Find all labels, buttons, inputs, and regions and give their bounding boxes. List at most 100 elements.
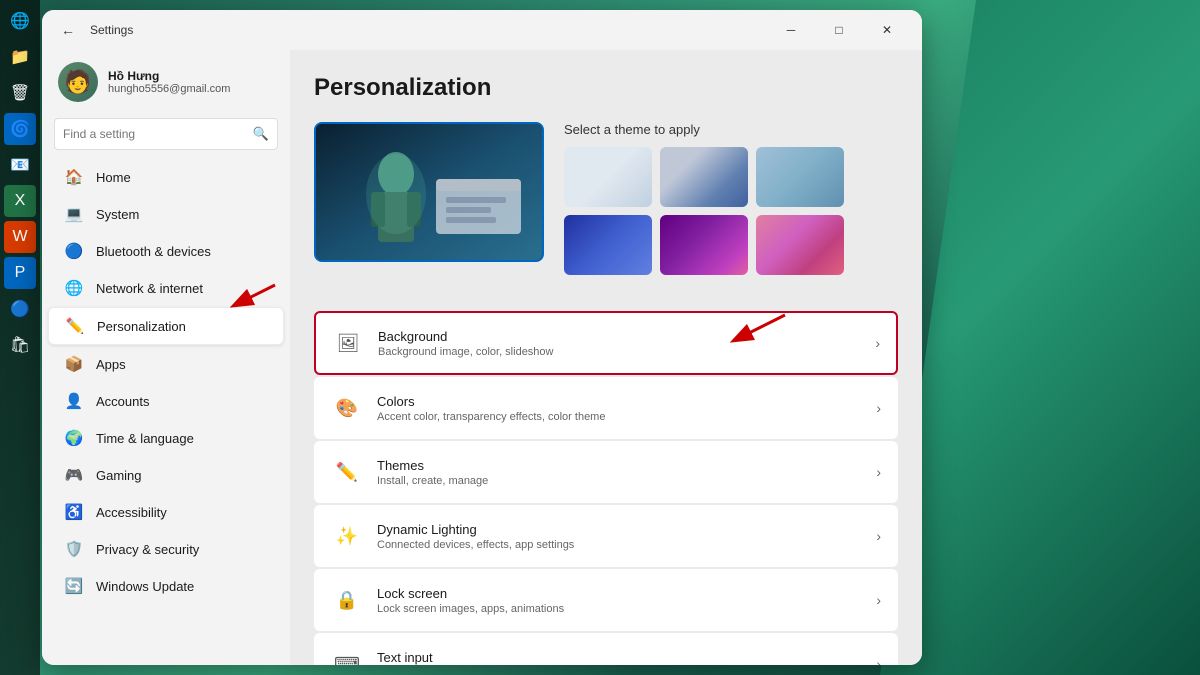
taskbar-icon-edge[interactable]: 🌀 [4,113,36,145]
accessibility-icon: ♿ [64,502,84,522]
setting-item-background[interactable]: 🖼 Background Background image, color, sl… [314,311,898,375]
sidebar-item-label: Accessibility [96,505,167,520]
theme-option-4[interactable] [564,215,652,275]
nav-list: 🏠 Home 💻 System 🔵 Bluetooth & devices 🌐 … [42,158,290,605]
current-theme-preview[interactable] [314,122,544,262]
taskbar-icon-8[interactable]: P [4,257,36,289]
user-name: Hồ Hưng [108,69,230,83]
setting-name-lock-screen: Lock screen [377,586,876,601]
sidebar-item-apps[interactable]: 📦 Apps [48,346,284,382]
minimize-button[interactable]: ─ [768,14,814,46]
page-title: Personalization [314,74,898,102]
maximize-button[interactable]: □ [816,14,862,46]
taskbar-icon-6[interactable]: X [4,185,36,217]
theme-option-3[interactable] [756,147,844,207]
lock-screen-icon: 🔒 [331,584,363,616]
sidebar-item-label: Bluetooth & devices [96,244,211,259]
title-bar: ← Settings ─ □ ✕ [42,10,922,50]
home-icon: 🏠 [64,167,84,187]
setting-desc-colors: Accent color, transparency effects, colo… [377,411,876,423]
chevron-icon-lock-screen: › [876,592,881,608]
sidebar-item-network[interactable]: 🌐 Network & internet [48,270,284,306]
chevron-icon-dynamic-lighting: › [876,528,881,544]
taskbar-icon-7[interactable]: W [4,221,36,253]
taskbar-icon-3[interactable]: 🗑 [4,77,36,109]
search-box[interactable]: 🔍 [54,118,278,150]
apps-icon: 📦 [64,354,84,374]
theme-option-1[interactable] [564,147,652,207]
taskbar-icon-2[interactable]: 📁 [4,41,36,73]
setting-text-background: Background Background image, color, slid… [378,329,875,358]
taskbar-icon-chrome[interactable]: 🔵 [4,293,36,325]
theme-preview-image [316,124,542,260]
setting-item-text-input[interactable]: ⌨ Text input Touch keyboard, voice typin… [314,633,898,665]
avatar: 🧑 [58,62,98,102]
setting-item-colors[interactable]: 🎨 Colors Accent color, transparency effe… [314,377,898,439]
search-icon: 🔍 [253,126,269,142]
chevron-icon-text-input: › [876,656,881,665]
setting-item-themes[interactable]: ✏️ Themes Install, create, manage › [314,441,898,503]
sidebar-item-bluetooth[interactable]: 🔵 Bluetooth & devices [48,233,284,269]
colors-icon: 🎨 [331,392,363,424]
sidebar-item-label: Gaming [96,468,142,483]
taskbar-icon-10[interactable]: 🛍 [4,329,36,361]
sidebar-item-windows-update[interactable]: 🔄 Windows Update [48,568,284,604]
theme-grid [564,147,844,275]
taskbar-icon-1[interactable]: 🌐 [4,5,36,37]
bluetooth-icon: 🔵 [64,241,84,261]
personalization-icon: ✏️ [65,316,85,336]
setting-text-dynamic-lighting: Dynamic Lighting Connected devices, effe… [377,522,876,551]
taskbar-icon-5[interactable]: 📧 [4,149,36,181]
sidebar-item-label: Privacy & security [96,542,199,557]
setting-desc-themes: Install, create, manage [377,475,876,487]
settings-window: ← Settings ─ □ ✕ 🧑 Hồ Hưng hungho5556@gm… [42,10,922,665]
window-controls: ─ □ ✕ [768,14,910,46]
dynamic-lighting-icon: ✨ [331,520,363,552]
sidebar-item-label: Network & internet [96,281,203,296]
theme-select-panel: Select a theme to apply [564,122,898,275]
theme-option-6[interactable] [756,215,844,275]
window-title: Settings [90,23,768,37]
user-email: hungho5556@gmail.com [108,83,230,95]
gaming-icon: 🎮 [64,465,84,485]
sidebar-item-label: Time & language [96,431,194,446]
setting-item-lock-screen[interactable]: 🔒 Lock screen Lock screen images, apps, … [314,569,898,631]
theme-select-label: Select a theme to apply [564,122,898,137]
chevron-icon-colors: › [876,400,881,416]
setting-item-dynamic-lighting[interactable]: ✨ Dynamic Lighting Connected devices, ef… [314,505,898,567]
setting-text-text-input: Text input Touch keyboard, voice typing,… [377,650,876,666]
sidebar-item-time[interactable]: 🌍 Time & language [48,420,284,456]
user-profile[interactable]: 🧑 Hồ Hưng hungho5556@gmail.com [42,50,290,114]
text-input-icon: ⌨ [331,648,363,665]
setting-name-dynamic-lighting: Dynamic Lighting [377,522,876,537]
sidebar-item-system[interactable]: 💻 System [48,196,284,232]
sidebar-item-gaming[interactable]: 🎮 Gaming [48,457,284,493]
sidebar-item-personalization[interactable]: ✏️ Personalization [48,307,284,345]
background-icon: 🖼 [332,327,364,359]
sidebar-item-home[interactable]: 🏠 Home [48,159,284,195]
back-button[interactable]: ← [54,16,82,44]
chevron-icon-themes: › [876,464,881,480]
setting-text-colors: Colors Accent color, transparency effect… [377,394,876,423]
close-button[interactable]: ✕ [864,14,910,46]
search-input[interactable] [63,127,247,141]
setting-desc-lock-screen: Lock screen images, apps, animations [377,603,876,615]
user-info: Hồ Hưng hungho5556@gmail.com [108,69,230,95]
setting-name-colors: Colors [377,394,876,409]
content-area: Personalization [290,50,922,665]
themes-icon: ✏️ [331,456,363,488]
network-icon: 🌐 [64,278,84,298]
sidebar-item-accessibility[interactable]: ♿ Accessibility [48,494,284,530]
sidebar-item-accounts[interactable]: 👤 Accounts [48,383,284,419]
sidebar-item-label: Accounts [96,394,149,409]
sidebar: 🧑 Hồ Hưng hungho5556@gmail.com 🔍 🏠 Home … [42,50,290,665]
sidebar-item-label: Windows Update [96,579,194,594]
sidebar-item-privacy[interactable]: 🛡️ Privacy & security [48,531,284,567]
theme-option-5[interactable] [660,215,748,275]
setting-text-themes: Themes Install, create, manage [377,458,876,487]
theme-option-2[interactable] [660,147,748,207]
setting-desc-dynamic-lighting: Connected devices, effects, app settings [377,539,876,551]
accounts-icon: 👤 [64,391,84,411]
sidebar-item-label: Personalization [97,319,186,334]
sidebar-item-label: System [96,207,139,222]
